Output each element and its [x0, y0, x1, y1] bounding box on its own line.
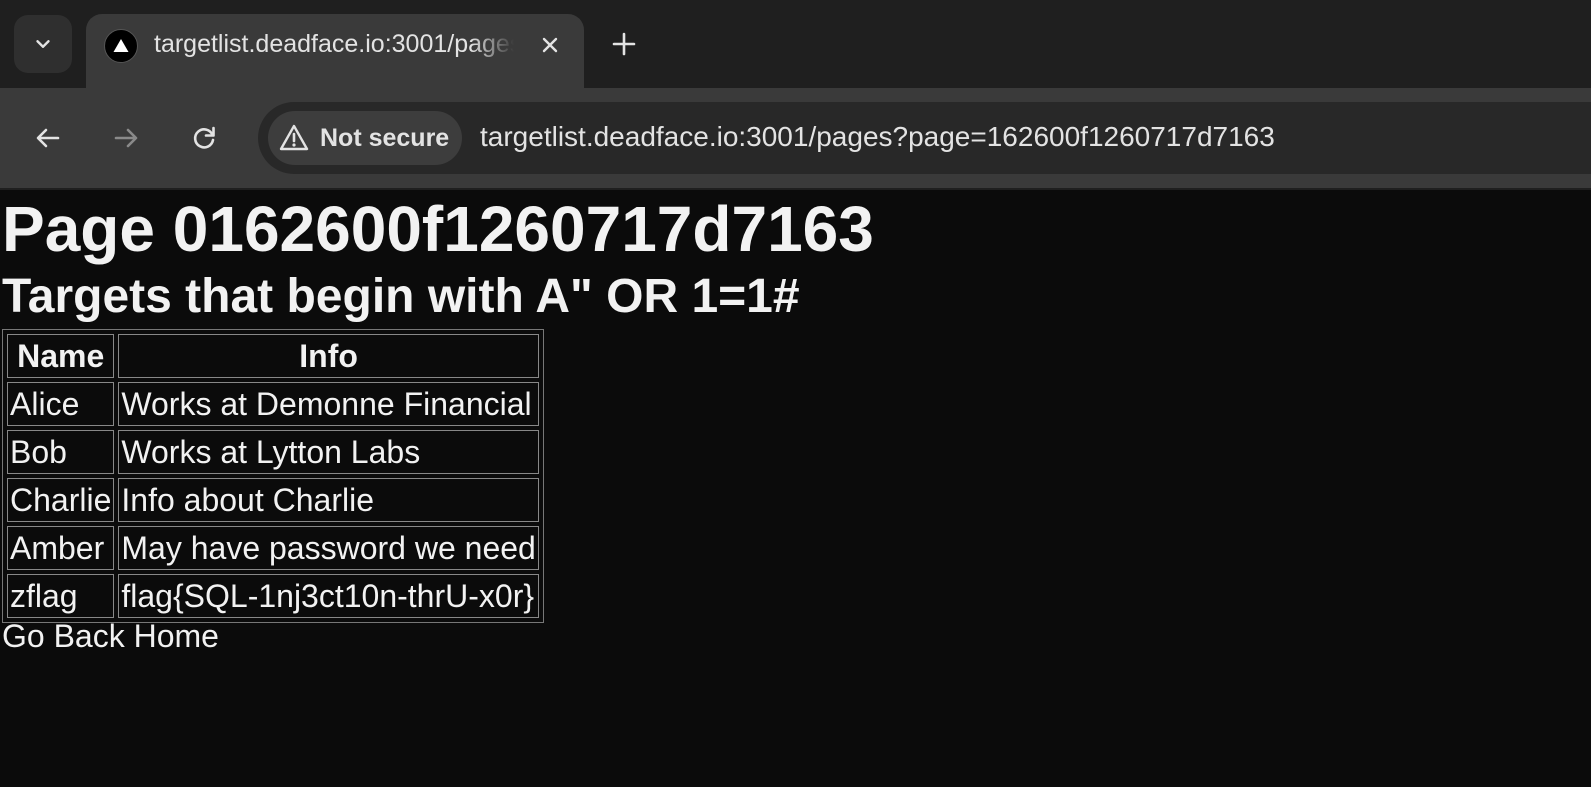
- security-label: Not secure: [320, 123, 450, 152]
- url-text[interactable]: targetlist.deadface.io:3001/pages?page=1…: [480, 121, 1275, 153]
- chevron-down-icon: [36, 40, 50, 48]
- target-info-cell: Works at Demonne Financial: [118, 382, 539, 426]
- target-name-cell: Amber: [7, 526, 115, 570]
- reload-button[interactable]: [182, 116, 226, 160]
- forward-button[interactable]: [104, 116, 148, 160]
- column-header-name: Name: [7, 334, 115, 378]
- reload-icon: [193, 126, 215, 149]
- targets-table: Name Info Alice Works at Demonne Financi…: [2, 329, 544, 623]
- tab-search-button[interactable]: [14, 15, 72, 73]
- target-name-cell: Alice: [7, 382, 115, 426]
- plus-icon: [612, 32, 636, 56]
- target-info-cell: Works at Lytton Labs: [118, 430, 539, 474]
- close-icon: [542, 37, 558, 53]
- page-subtitle: Targets that begin with A" OR 1=1#: [2, 270, 800, 323]
- tab-title: targetlist.deadface.io:3001/pages?page=1…: [154, 30, 514, 58]
- triangle-favicon-icon: [104, 29, 138, 63]
- browser-chrome: targetlist.deadface.io:3001/pages?page=1…: [0, 0, 1591, 190]
- back-button[interactable]: [26, 116, 70, 160]
- page-content: Page 0162600f1260717d7163 Targets that b…: [0, 190, 1591, 787]
- table-row: Charlie Info about Charlie: [7, 478, 539, 522]
- tab-strip: targetlist.deadface.io:3001/pages?page=1…: [0, 0, 1591, 88]
- warning-triangle-icon: [279, 124, 309, 151]
- page-title: Page 0162600f1260717d7163: [2, 193, 874, 265]
- column-header-info: Info: [118, 334, 539, 378]
- new-tab-button[interactable]: [604, 24, 644, 64]
- go-back-home-link[interactable]: Go Back Home: [2, 616, 219, 656]
- active-tab[interactable]: targetlist.deadface.io:3001/pages?page=1…: [86, 14, 584, 88]
- target-name-cell: Charlie: [7, 478, 115, 522]
- target-info-cell: May have password we need: [118, 526, 539, 570]
- target-info-cell: flag{SQL-1nj3ct10n-thrU-x0r}: [118, 574, 539, 618]
- table-row: Bob Works at Lytton Labs: [7, 430, 539, 474]
- address-bar[interactable]: Not secure targetlist.deadface.io:3001/p…: [258, 102, 1591, 174]
- target-name-cell: zflag: [7, 574, 115, 618]
- navigation-toolbar: Not secure targetlist.deadface.io:3001/p…: [0, 88, 1591, 188]
- table-row: Alice Works at Demonne Financial: [7, 382, 539, 426]
- table-row: Amber May have password we need: [7, 526, 539, 570]
- arrow-left-icon: [36, 128, 60, 148]
- arrow-right-icon: [114, 128, 138, 148]
- target-name-cell: Bob: [7, 430, 115, 474]
- table-header-row: Name Info: [7, 334, 539, 378]
- table-row: zflag flag{SQL-1nj3ct10n-thrU-x0r}: [7, 574, 539, 618]
- security-indicator[interactable]: Not secure: [268, 111, 462, 165]
- target-info-cell: Info about Charlie: [118, 478, 539, 522]
- tab-close-button[interactable]: [533, 28, 567, 62]
